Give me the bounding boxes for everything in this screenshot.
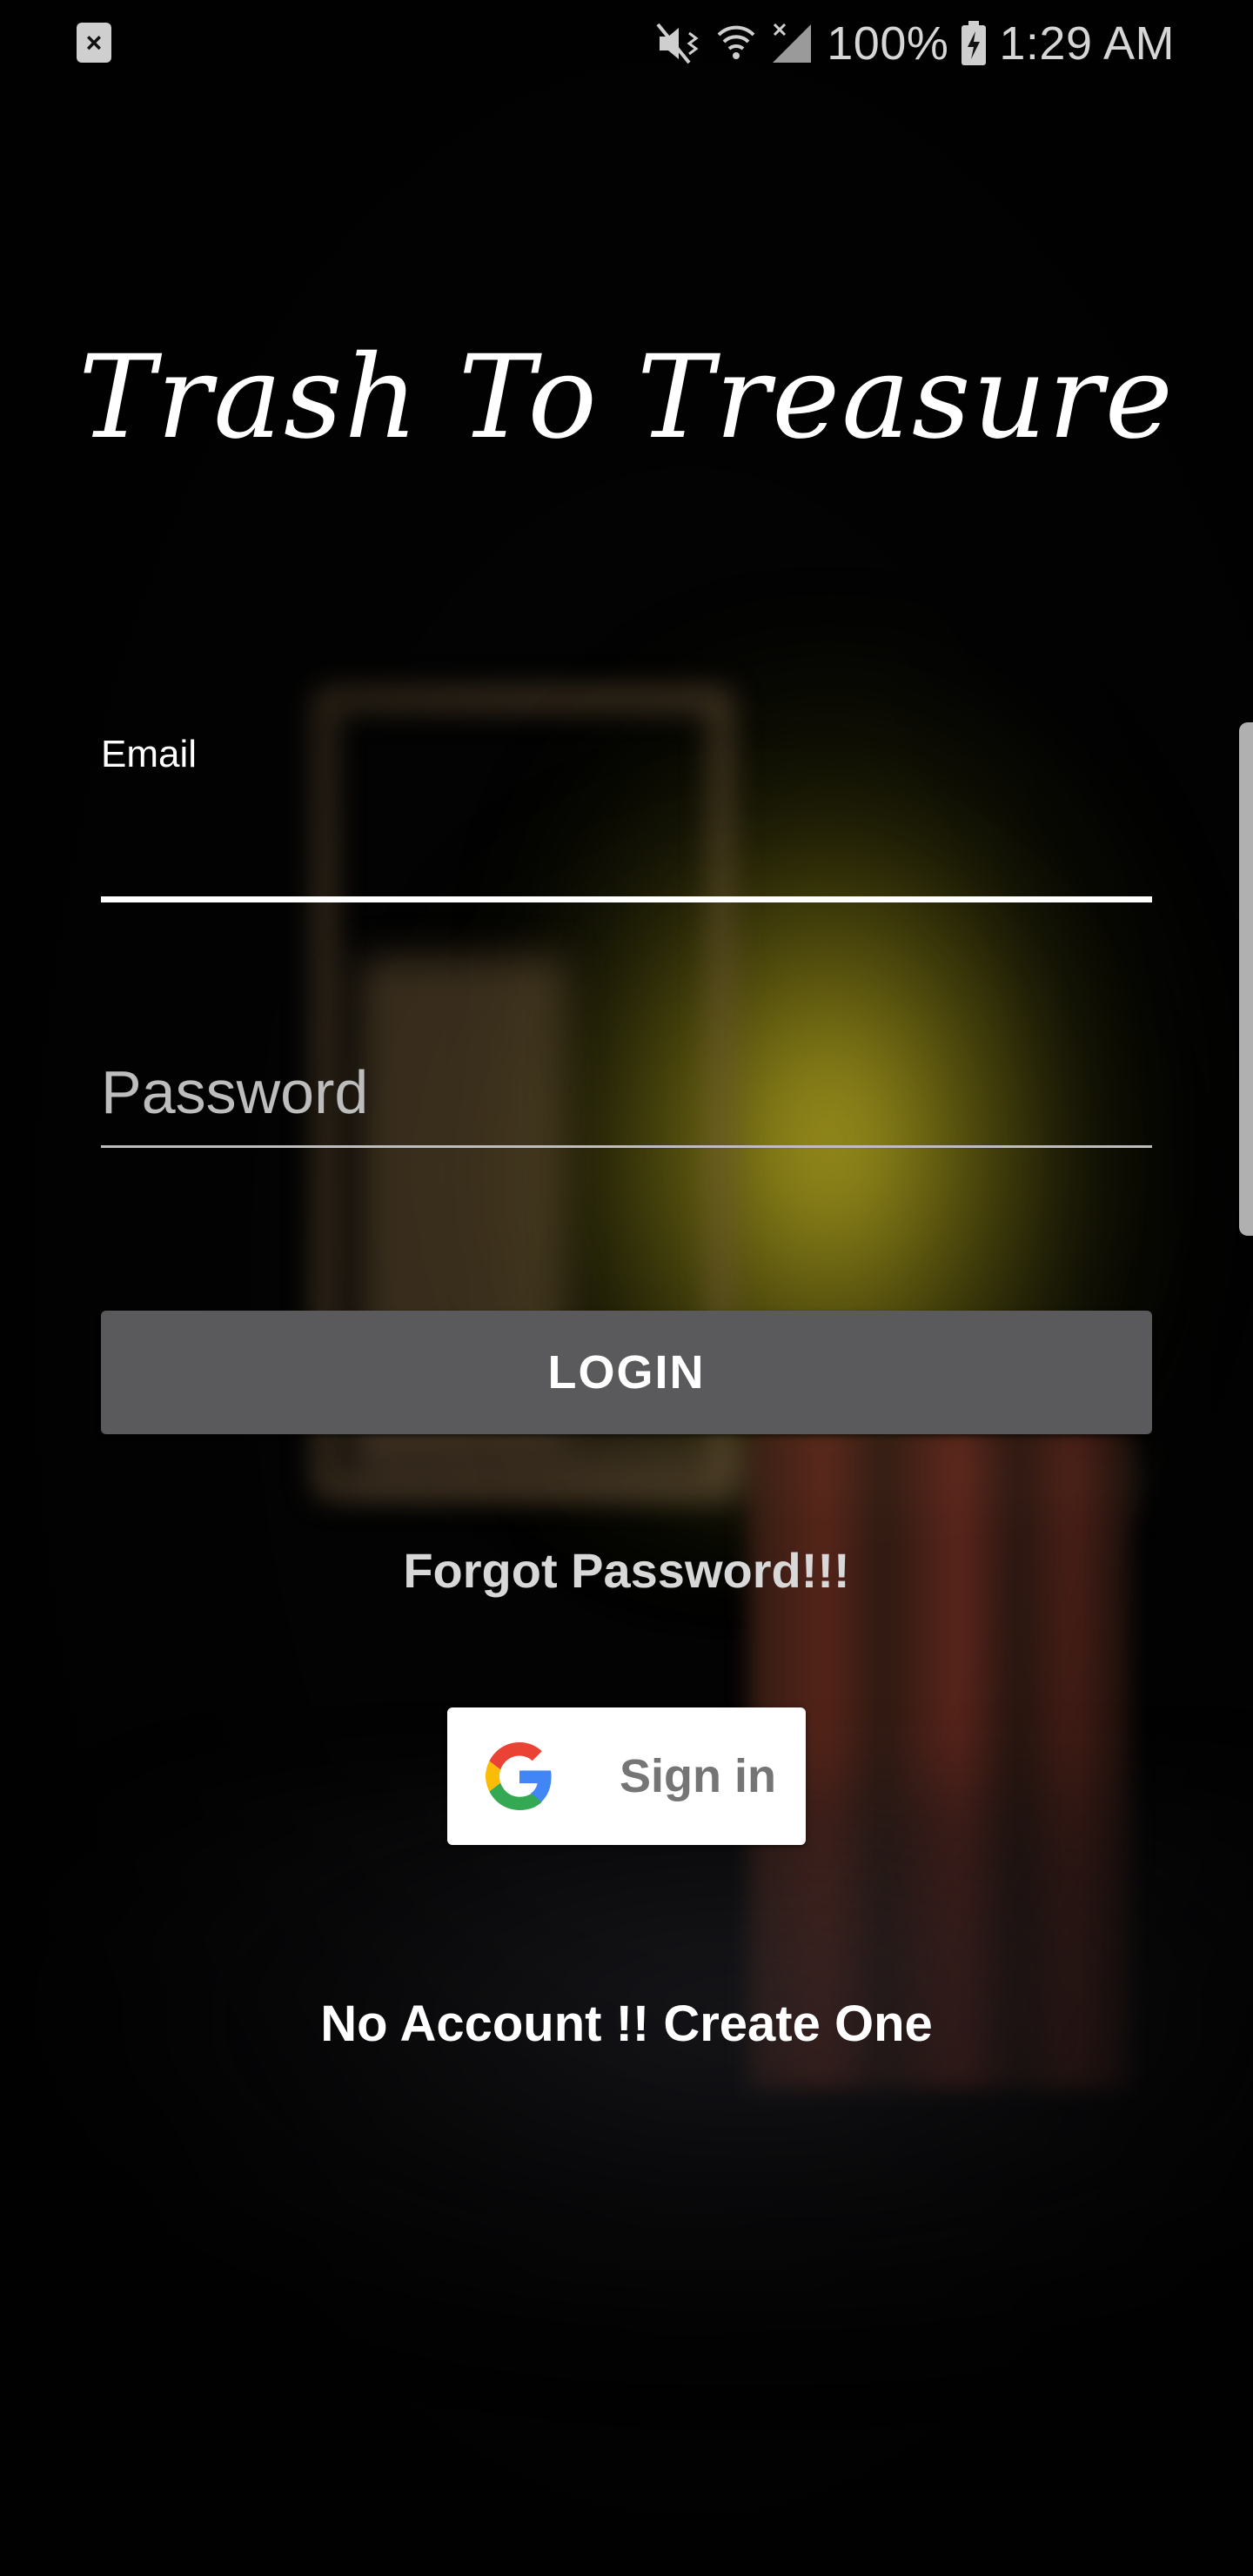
email-underline	[101, 896, 1152, 902]
forgot-password-link[interactable]: Forgot Password!!!	[0, 1542, 1253, 1599]
battery-text: 100%	[827, 17, 949, 70]
cellular-signal-icon	[769, 21, 814, 66]
edge-panel-handle[interactable]	[1239, 722, 1253, 1236]
password-underline	[101, 1145, 1152, 1148]
google-sign-in-label: Sign in	[620, 1750, 776, 1802]
login-screen: × 100% 1:29 AM Trash To Treasure Email L…	[0, 0, 1253, 2576]
email-label: Email	[101, 733, 198, 775]
mute-vibrate-icon	[654, 21, 703, 66]
clock: 1:29 AM	[999, 17, 1175, 70]
email-field[interactable]: Email	[101, 722, 1152, 905]
notification-close-icon: ×	[77, 23, 111, 63]
app-title: Trash To Treasure	[78, 331, 1175, 465]
login-button[interactable]: LOGIN	[101, 1311, 1152, 1434]
email-input[interactable]	[101, 801, 1152, 879]
google-icon	[486, 1742, 552, 1810]
google-sign-in-button[interactable]: Sign in	[447, 1707, 806, 1845]
password-field[interactable]	[101, 1036, 1152, 1157]
battery-charging-icon	[961, 21, 987, 66]
status-icons: 100% 1:29 AM	[654, 16, 1175, 71]
password-input[interactable]	[101, 1036, 1152, 1149]
wifi-icon	[715, 21, 757, 66]
create-account-link[interactable]: No Account !! Create One	[0, 1995, 1253, 2053]
status-bar: × 100% 1:29 AM	[0, 0, 1253, 87]
